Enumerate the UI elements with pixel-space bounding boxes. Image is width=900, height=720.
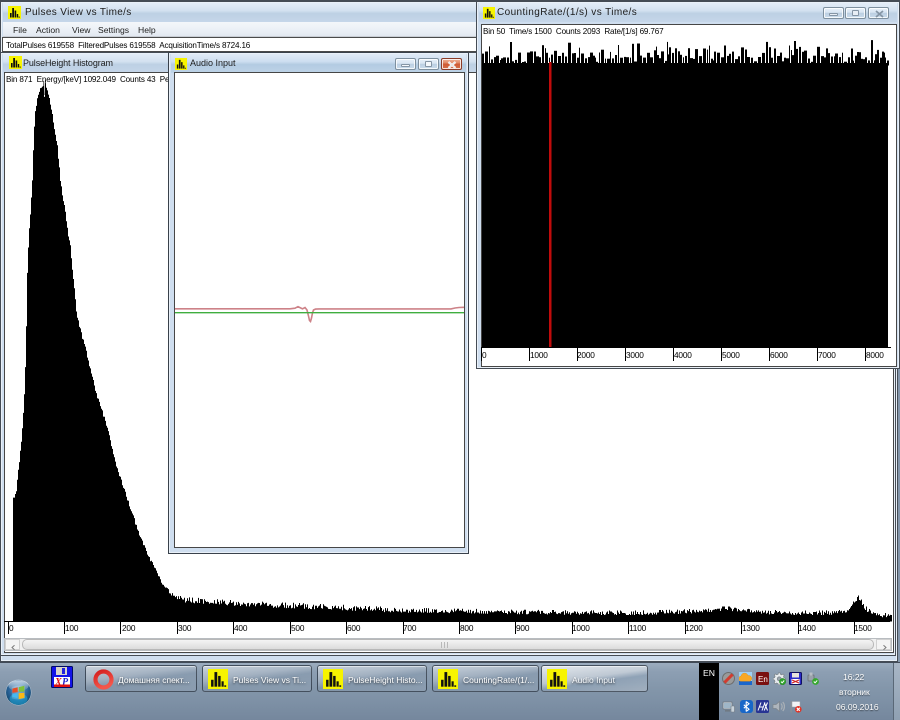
svg-text:En: En xyxy=(758,675,768,684)
